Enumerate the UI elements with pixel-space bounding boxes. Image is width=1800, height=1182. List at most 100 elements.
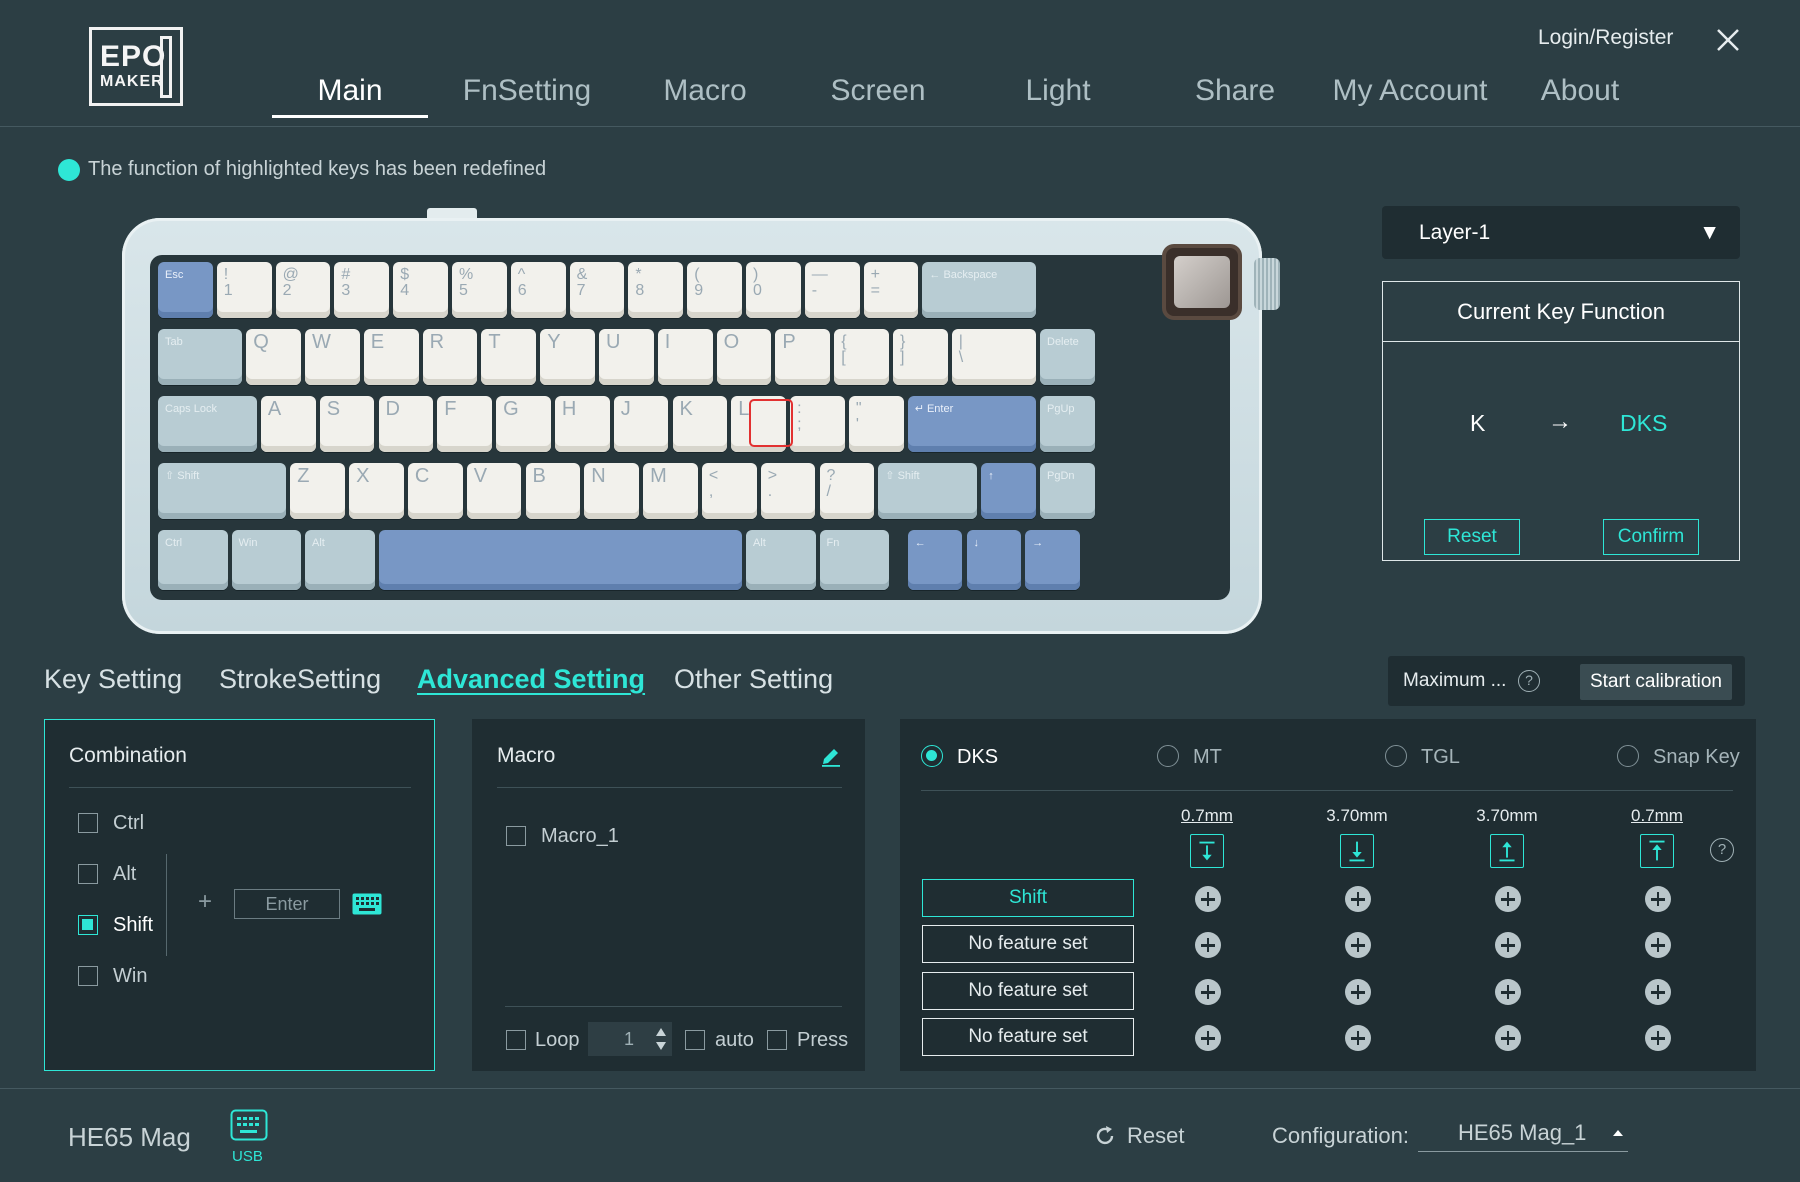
- add-action-icon[interactable]: [1645, 932, 1671, 958]
- key-pgup[interactable]: PgUp: [1040, 396, 1095, 452]
- feature-slot-4[interactable]: No feature set: [922, 1018, 1134, 1056]
- press-checkbox[interactable]: [767, 1030, 787, 1050]
- feature-slot-1[interactable]: Shift: [922, 879, 1134, 917]
- key-h[interactable]: H: [554, 396, 610, 452]
- add-action-icon[interactable]: [1495, 1025, 1521, 1051]
- help-icon[interactable]: ?: [1518, 670, 1540, 692]
- nav-tab-screen[interactable]: Screen: [823, 74, 933, 118]
- key-i[interactable]: I: [657, 329, 713, 385]
- help-icon[interactable]: ?: [1710, 838, 1734, 862]
- key-↑[interactable]: ↑: [981, 463, 1036, 519]
- key-←-backspace[interactable]: ← Backspace: [922, 262, 1036, 318]
- nav-tab-light[interactable]: Light: [1013, 74, 1103, 118]
- add-action-icon[interactable]: [1645, 886, 1671, 912]
- key-{-[[interactable]: { [: [834, 329, 889, 385]
- key-space[interactable]: [378, 530, 742, 590]
- nav-tab-macro[interactable]: Macro: [655, 74, 755, 118]
- edit-pencil-icon[interactable]: [820, 745, 842, 767]
- key-g[interactable]: G: [496, 396, 551, 452]
- key-fn[interactable]: Fn: [819, 530, 889, 590]
- layer-select[interactable]: Layer-1 ▼: [1382, 206, 1740, 259]
- key-caps-lock[interactable]: Caps Lock: [158, 396, 257, 452]
- add-action-icon[interactable]: [1495, 886, 1521, 912]
- combination-key-input[interactable]: Enter: [234, 889, 340, 919]
- add-action-icon[interactable]: [1495, 932, 1521, 958]
- loop-checkbox[interactable]: [506, 1030, 526, 1050]
- distance-press-start[interactable]: 0.7mm: [1167, 806, 1247, 826]
- key-esc[interactable]: Esc: [158, 262, 213, 318]
- ctrl-checkbox[interactable]: [78, 813, 98, 833]
- key-⇧-shift[interactable]: ⇧ Shift: [158, 463, 287, 519]
- key-r[interactable]: R: [422, 329, 478, 385]
- key-n[interactable]: N: [584, 463, 640, 519]
- key-t[interactable]: T: [481, 329, 537, 385]
- key-d[interactable]: D: [378, 396, 434, 452]
- key-tab[interactable]: Tab: [158, 329, 243, 385]
- key-m[interactable]: M: [643, 463, 698, 519]
- key-@-2[interactable]: @ 2: [275, 262, 331, 318]
- key-o[interactable]: O: [716, 329, 772, 385]
- shift-checkbox[interactable]: [78, 915, 98, 935]
- key-(-9[interactable]: ( 9: [687, 262, 742, 318]
- alt-checkbox[interactable]: [78, 864, 98, 884]
- key-<-,[interactable]: < ,: [701, 463, 757, 519]
- add-action-icon[interactable]: [1195, 886, 1221, 912]
- key-v[interactable]: V: [466, 463, 522, 519]
- key-↵-enter[interactable]: ↵ Enter: [907, 396, 1036, 452]
- nav-tab-main[interactable]: Main: [272, 74, 428, 118]
- mt-radio[interactable]: [1157, 745, 1179, 767]
- key-a[interactable]: A: [260, 396, 316, 452]
- key-u[interactable]: U: [599, 329, 654, 385]
- add-action-icon[interactable]: [1645, 1025, 1671, 1051]
- tab-stroke-setting[interactable]: StrokeSetting: [219, 664, 381, 695]
- macro-item-checkbox[interactable]: [506, 826, 526, 846]
- key-alt[interactable]: Alt: [305, 530, 375, 590]
- reset-icon[interactable]: [1093, 1124, 1117, 1148]
- keyboard-icon[interactable]: [352, 893, 382, 915]
- add-action-icon[interactable]: [1195, 1025, 1221, 1051]
- key-:-;[interactable]: : ;: [790, 396, 845, 452]
- feature-slot-3[interactable]: No feature set: [922, 972, 1134, 1010]
- key-}-][interactable]: } ]: [893, 329, 948, 385]
- distance-release-top[interactable]: 0.7mm: [1617, 806, 1697, 826]
- key-w[interactable]: W: [305, 329, 360, 385]
- key-↓[interactable]: ↓: [966, 530, 1022, 590]
- start-calibration-button[interactable]: Start calibration: [1580, 664, 1732, 700]
- key-q[interactable]: Q: [246, 329, 301, 385]
- key-%-5[interactable]: % 5: [452, 262, 507, 318]
- add-action-icon[interactable]: [1345, 886, 1371, 912]
- key-—--[interactable]: — -: [804, 262, 860, 318]
- key-→[interactable]: →: [1025, 530, 1081, 590]
- nav-tab-my-account[interactable]: My Account: [1330, 74, 1490, 118]
- configuration-select[interactable]: HE65 Mag_1: [1418, 1120, 1628, 1152]
- key-f[interactable]: F: [437, 396, 493, 452]
- key-^-6[interactable]: ^ 6: [510, 262, 566, 318]
- feature-slot-2[interactable]: No feature set: [922, 925, 1134, 963]
- key-x[interactable]: X: [349, 463, 404, 519]
- close-icon[interactable]: [1712, 24, 1744, 56]
- add-action-icon[interactable]: [1345, 979, 1371, 1005]
- key-pgdn[interactable]: PgDn: [1040, 463, 1095, 519]
- key-z[interactable]: Z: [290, 463, 346, 519]
- reset-button[interactable]: Reset: [1127, 1123, 1184, 1149]
- tab-advanced-setting[interactable]: Advanced Setting: [417, 664, 645, 695]
- auto-checkbox[interactable]: [685, 1030, 705, 1050]
- key-reset-button[interactable]: Reset: [1424, 519, 1520, 555]
- key-p[interactable]: P: [775, 329, 831, 385]
- key-s[interactable]: S: [319, 396, 375, 452]
- key-+-=[interactable]: + =: [863, 262, 919, 318]
- tgl-radio[interactable]: [1385, 745, 1407, 767]
- tab-key-setting[interactable]: Key Setting: [44, 664, 182, 695]
- nav-tab-about[interactable]: About: [1535, 74, 1625, 118]
- key-|-\[interactable]: | \: [951, 329, 1036, 385]
- add-action-icon[interactable]: [1195, 979, 1221, 1005]
- dks-radio[interactable]: [921, 745, 943, 767]
- triangle-up-icon[interactable]: [1612, 1128, 1624, 1138]
- key->-.[interactable]: > .: [760, 463, 816, 519]
- key-win[interactable]: Win: [231, 530, 301, 590]
- key-c[interactable]: C: [407, 463, 463, 519]
- key-⇧-shift[interactable]: ⇧ Shift: [878, 463, 978, 519]
- nav-tab-fnsetting[interactable]: FnSetting: [462, 74, 592, 118]
- key-e[interactable]: E: [363, 329, 419, 385]
- key-j[interactable]: J: [613, 396, 669, 452]
